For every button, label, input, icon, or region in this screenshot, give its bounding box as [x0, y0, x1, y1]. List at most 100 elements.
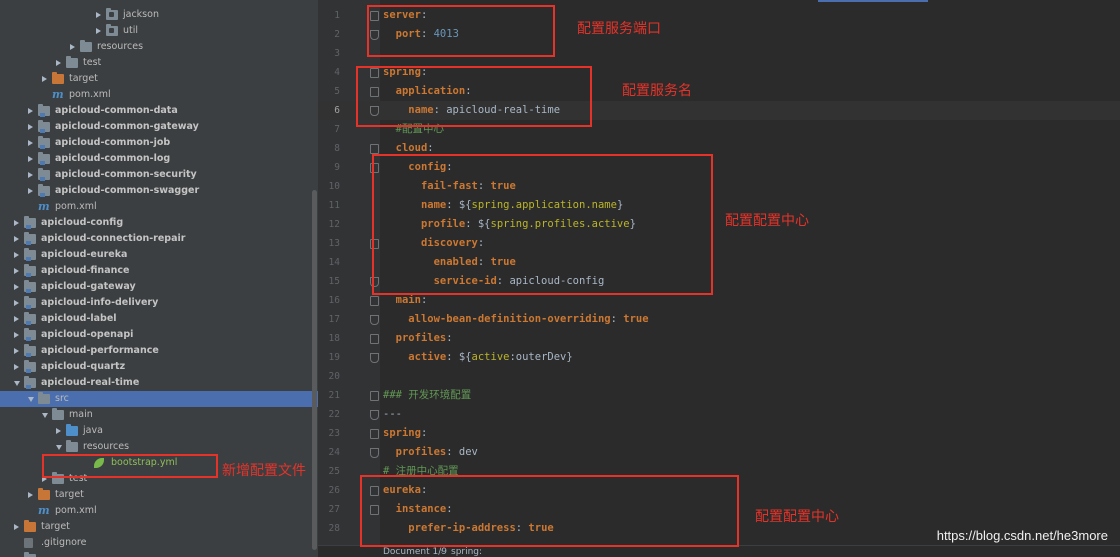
collapsed-arrow-icon[interactable] [28, 108, 33, 114]
breadcrumb-document[interactable]: Document 1/9 [383, 546, 447, 557]
collapsed-arrow-icon[interactable] [14, 220, 19, 226]
tree-item[interactable]: m pom.xml [0, 199, 318, 215]
tree-item[interactable]: apicloud-performance [0, 343, 318, 359]
tree-item[interactable]: target [0, 71, 318, 87]
collapsed-arrow-icon[interactable] [28, 140, 33, 146]
collapsed-arrow-icon[interactable] [14, 316, 19, 322]
collapsed-arrow-icon[interactable] [28, 124, 33, 130]
collapsed-arrow-icon[interactable] [28, 172, 33, 178]
tree-item[interactable]: resources [0, 439, 318, 455]
tree-item[interactable]: apicloud-label [0, 311, 318, 327]
tree-item[interactable]: apicloud-real-time [0, 375, 318, 391]
code-line[interactable]: 24 profiles: dev [318, 443, 1120, 462]
tree-item[interactable]: resources [0, 39, 318, 55]
code-editor[interactable]: 1 server: 2 port: 4013 3 4 spring: 5 applicati… [318, 0, 1120, 557]
fold-marker-icon[interactable] [370, 429, 379, 439]
code-line[interactable]: 21 ### 开发环境配置 [318, 386, 1120, 405]
tree-item[interactable]: apicloud-gateway [0, 279, 318, 295]
code-line[interactable]: 3 [318, 44, 1120, 63]
tree-item[interactable]: m pom.xml [0, 87, 318, 103]
code-line[interactable]: 11 name: ${spring.application.name} [318, 196, 1120, 215]
code-line[interactable]: 15 service-id: apicloud-config [318, 272, 1120, 291]
breadcrumb-path[interactable]: spring: [451, 546, 482, 557]
code-line[interactable]: 2 port: 4013 [318, 25, 1120, 44]
fold-marker-icon[interactable] [370, 315, 379, 325]
fold-marker-icon[interactable] [370, 448, 379, 458]
collapsed-arrow-icon[interactable] [42, 76, 47, 82]
expanded-arrow-icon[interactable] [56, 445, 62, 450]
tree-item[interactable]: target [0, 519, 318, 535]
code-line[interactable]: 8 cloud: [318, 139, 1120, 158]
fold-marker-icon[interactable] [370, 277, 379, 287]
fold-marker-icon[interactable] [370, 87, 379, 97]
tree-item[interactable]: apicloud-info-delivery [0, 295, 318, 311]
fold-marker-icon[interactable] [370, 239, 379, 249]
expanded-arrow-icon[interactable] [42, 413, 48, 418]
fold-marker-icon[interactable] [370, 334, 379, 344]
tree-item[interactable]: apicloud-eureka [0, 247, 318, 263]
code-line[interactable]: 5 application: [318, 82, 1120, 101]
collapsed-arrow-icon[interactable] [14, 348, 19, 354]
collapsed-arrow-icon[interactable] [42, 476, 47, 482]
fold-marker-icon[interactable] [370, 505, 379, 515]
fold-marker-icon[interactable] [370, 296, 379, 306]
collapsed-arrow-icon[interactable] [28, 156, 33, 162]
tree-item[interactable]: util [0, 23, 318, 39]
code-line[interactable]: 4 spring: [318, 63, 1120, 82]
collapsed-arrow-icon[interactable] [56, 60, 61, 66]
code-line[interactable]: 16 main: [318, 291, 1120, 310]
code-line[interactable]: 17 allow-bean-definition-overriding: tru… [318, 310, 1120, 329]
code-line[interactable]: 26 eureka: [318, 481, 1120, 500]
collapsed-arrow-icon[interactable] [28, 188, 33, 194]
tree-item[interactable]: test [0, 55, 318, 71]
tree-item[interactable]: java [0, 423, 318, 439]
tree-item[interactable]: apicloud-config [0, 215, 318, 231]
tree-item[interactable]: apicloud-common-log [0, 151, 318, 167]
tree-item[interactable]: target [0, 487, 318, 503]
code-line[interactable]: 19 active: ${active:outerDev} [318, 348, 1120, 367]
fold-marker-icon[interactable] [370, 353, 379, 363]
fold-marker-icon[interactable] [370, 30, 379, 40]
collapsed-arrow-icon[interactable] [56, 428, 61, 434]
fold-marker-icon[interactable] [370, 163, 379, 173]
code-line[interactable]: 18 profiles: [318, 329, 1120, 348]
code-line[interactable]: 13 discovery: [318, 234, 1120, 253]
tree-item[interactable]: apicloud-openapi [0, 327, 318, 343]
tree-item[interactable]: apicloud-common-job [0, 135, 318, 151]
collapsed-arrow-icon[interactable] [14, 524, 19, 530]
collapsed-arrow-icon[interactable] [70, 44, 75, 50]
tree-item[interactable]: apicloud-common-data [0, 103, 318, 119]
code-line[interactable]: 27 instance: [318, 500, 1120, 519]
tree-item[interactable]: jackson [0, 7, 318, 23]
expanded-arrow-icon[interactable] [28, 397, 34, 402]
collapsed-arrow-icon[interactable] [14, 268, 19, 274]
tree-item[interactable]: .gitignore [0, 535, 318, 551]
collapsed-arrow-icon[interactable] [14, 364, 19, 370]
fold-marker-icon[interactable] [370, 391, 379, 401]
fold-marker-icon[interactable] [370, 410, 379, 420]
fold-marker-icon[interactable] [370, 68, 379, 78]
code-line[interactable]: 14 enabled: true [318, 253, 1120, 272]
code-line[interactable]: 1 server: [318, 6, 1120, 25]
collapsed-arrow-icon[interactable] [28, 492, 33, 498]
code-line[interactable]: 20 [318, 367, 1120, 386]
code-line[interactable]: 22 --- [318, 405, 1120, 424]
tree-item[interactable]: apicloud-quartz [0, 359, 318, 375]
code-line[interactable]: 25 # 注册中心配置 [318, 462, 1120, 481]
tree-item[interactable]: apicloud-connection-repair [0, 231, 318, 247]
fold-marker-icon[interactable] [370, 486, 379, 496]
code-line[interactable]: 7 #配置中心 [318, 120, 1120, 139]
tree-item[interactable]: apicloud-common-gateway [0, 119, 318, 135]
project-tree-scrollbar[interactable] [312, 190, 317, 550]
collapsed-arrow-icon[interactable] [14, 252, 19, 258]
expanded-arrow-icon[interactable] [14, 381, 20, 386]
fold-marker-icon[interactable] [370, 11, 379, 21]
fold-marker-icon[interactable] [370, 106, 379, 116]
tree-item[interactable]: apicloud-finance [0, 263, 318, 279]
tree-item[interactable]: main [0, 407, 318, 423]
tree-item[interactable]: apicloud-common-swagger [0, 183, 318, 199]
code-line[interactable]: 12 profile: ${spring.profiles.active} [318, 215, 1120, 234]
collapsed-arrow-icon[interactable] [14, 332, 19, 338]
tree-item[interactable]: m pom.xml [0, 503, 318, 519]
tree-item[interactable]: apicloud-common-security [0, 167, 318, 183]
